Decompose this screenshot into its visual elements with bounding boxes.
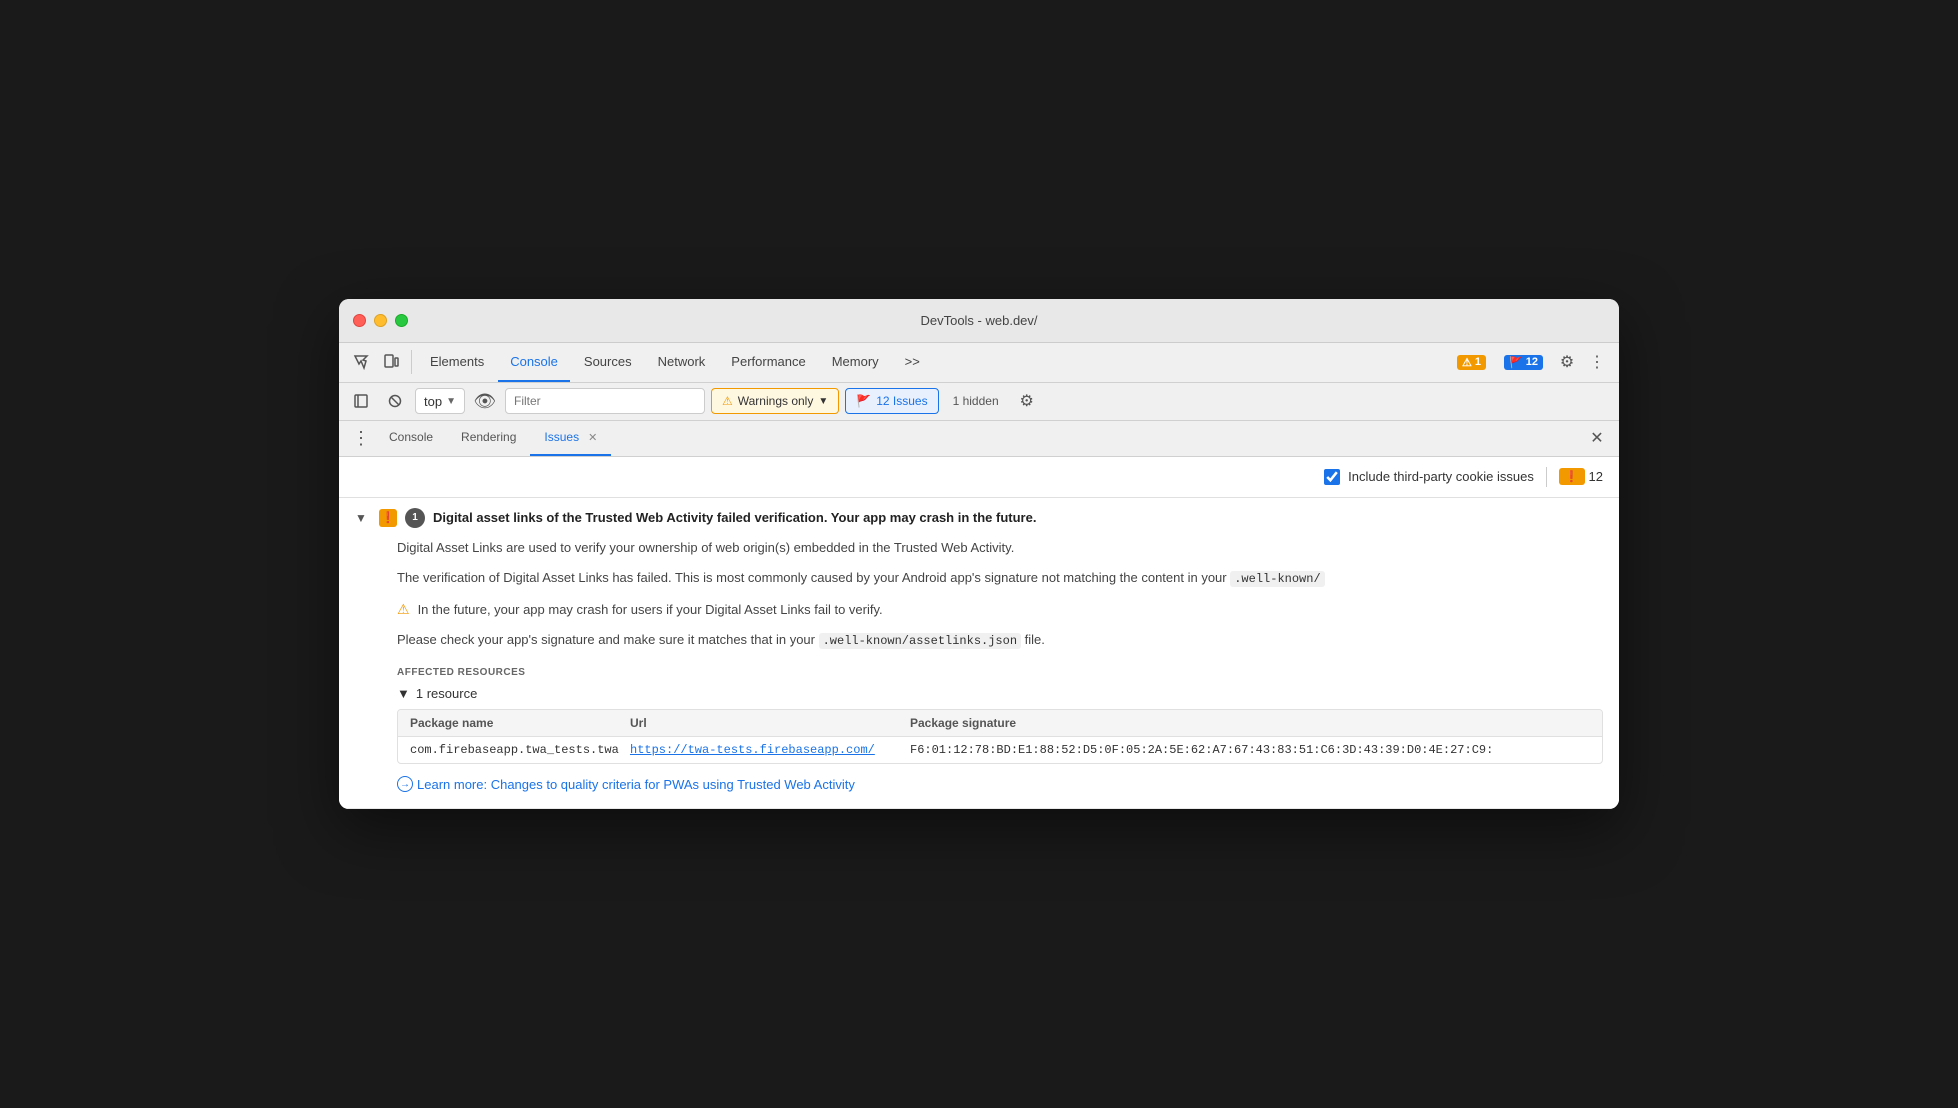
- drawer-more-button[interactable]: ⋮: [347, 424, 375, 452]
- console-settings-button[interactable]: ⚙: [1013, 387, 1041, 415]
- maximize-button[interactable]: [395, 314, 408, 327]
- warnings-button[interactable]: ⚠ 1: [1449, 348, 1494, 376]
- live-expressions-button[interactable]: 👁: [471, 387, 499, 415]
- titlebar: DevTools - web.dev/: [339, 299, 1619, 343]
- tab-memory[interactable]: Memory: [820, 342, 891, 382]
- header-divider: [1546, 467, 1547, 487]
- warnings-only-button[interactable]: ⚠ Warnings only ▼: [711, 388, 839, 414]
- clear-console-button[interactable]: [381, 387, 409, 415]
- issue-warning-icon: ❗: [379, 509, 397, 527]
- affected-resources: AFFECTED RESOURCES ▼ 1 resource Package …: [397, 667, 1603, 764]
- filter-input[interactable]: [505, 388, 705, 414]
- drawer-tab-rendering[interactable]: Rendering: [447, 420, 530, 456]
- tab-sources[interactable]: Sources: [572, 342, 644, 382]
- settings-button[interactable]: ⚙: [1553, 348, 1581, 376]
- inline-warning-icon: ⚠: [397, 601, 410, 618]
- include-third-party-checkbox[interactable]: [1324, 469, 1340, 485]
- issue-desc-2: The verification of Digital Asset Links …: [397, 568, 1603, 589]
- context-selector[interactable]: top ▼: [415, 388, 465, 414]
- issues-panel-header: Include third-party cookie issues ❗ 12: [339, 457, 1619, 498]
- issue-body: Digital Asset Links are used to verify y…: [339, 538, 1619, 809]
- issues-count-button[interactable]: 🚩 12 Issues: [845, 388, 938, 414]
- minimize-button[interactable]: [374, 314, 387, 327]
- tab-more[interactable]: >>: [893, 342, 932, 382]
- drawer-close-button[interactable]: ✕: [1583, 424, 1611, 452]
- issue-warning-text: In the future, your app may crash for us…: [418, 600, 883, 621]
- issue-chevron-icon: ▼: [355, 511, 371, 525]
- toolbar-divider: [411, 350, 412, 374]
- window-title: DevTools - web.dev/: [920, 313, 1037, 328]
- include-third-party-label: Include third-party cookie issues: [1348, 469, 1534, 484]
- issue-count-badge: ❗: [1559, 468, 1585, 485]
- issue-count-circle: 1: [405, 508, 425, 528]
- main-toolbar: Elements Console Sources Network Perform…: [339, 343, 1619, 383]
- device-toolbar-button[interactable]: [377, 348, 405, 376]
- resource-table: Package name Url Package signature com.f…: [397, 709, 1603, 764]
- close-button[interactable]: [353, 314, 366, 327]
- drawer-tab-issues[interactable]: Issues ✕: [530, 420, 611, 456]
- tab-performance[interactable]: Performance: [719, 342, 817, 382]
- tab-elements[interactable]: Elements: [418, 342, 496, 382]
- issues-badge: 🚩 12: [1504, 355, 1543, 370]
- learn-more: → Learn more: Changes to quality criteri…: [397, 776, 1603, 792]
- drawer-tab-console[interactable]: Console: [375, 420, 447, 456]
- secondary-toolbar: top ▼ 👁 ⚠ Warnings only ▼ 🚩 12 Issues 1 …: [339, 383, 1619, 421]
- table-row: com.firebaseapp.twa_tests.twa https://tw…: [398, 737, 1602, 763]
- issue-check-text: Please check your app's signature and ma…: [397, 630, 1603, 651]
- issue-warning-line: ⚠ In the future, your app may crash for …: [397, 600, 1603, 621]
- issue-check-code: .well-known/assetlinks.json: [819, 633, 1021, 649]
- sidebar-toggle-button[interactable]: [347, 387, 375, 415]
- tab-console[interactable]: Console: [498, 342, 570, 382]
- traffic-lights: [353, 314, 408, 327]
- resource-table-header: Package name Url Package signature: [398, 710, 1602, 737]
- learn-more-icon: →: [397, 776, 413, 792]
- issues-content: ▼ ❗ 1 Digital asset links of the Trusted…: [339, 498, 1619, 810]
- hidden-count: 1 hidden: [945, 394, 1007, 408]
- issue-row: ▼ ❗ 1 Digital asset links of the Trusted…: [339, 498, 1619, 810]
- issue-header[interactable]: ▼ ❗ 1 Digital asset links of the Trusted…: [339, 498, 1619, 538]
- more-options-button[interactable]: ⋮: [1583, 348, 1611, 376]
- drawer-tabs: ⋮ Console Rendering Issues ✕ ✕: [339, 421, 1619, 457]
- devtools-window: DevTools - web.dev/ Elements Console Sou…: [339, 299, 1619, 810]
- issues-button[interactable]: 🚩 12: [1496, 348, 1551, 376]
- issue-title: Digital asset links of the Trusted Web A…: [433, 510, 1036, 525]
- issue-desc-1: Digital Asset Links are used to verify y…: [397, 538, 1603, 559]
- include-third-party-group: Include third-party cookie issues: [1324, 469, 1534, 485]
- resource-toggle[interactable]: ▼ 1 resource: [397, 686, 1603, 701]
- learn-more-link[interactable]: → Learn more: Changes to quality criteri…: [397, 776, 1603, 792]
- issue-desc-2-code: .well-known/: [1230, 571, 1324, 587]
- warning-badge: ⚠ 1: [1457, 355, 1486, 370]
- tab-network[interactable]: Network: [646, 342, 718, 382]
- inspect-element-button[interactable]: [347, 348, 375, 376]
- issue-count-display: ❗ 12: [1559, 468, 1603, 485]
- affected-resources-title: AFFECTED RESOURCES: [397, 667, 1603, 678]
